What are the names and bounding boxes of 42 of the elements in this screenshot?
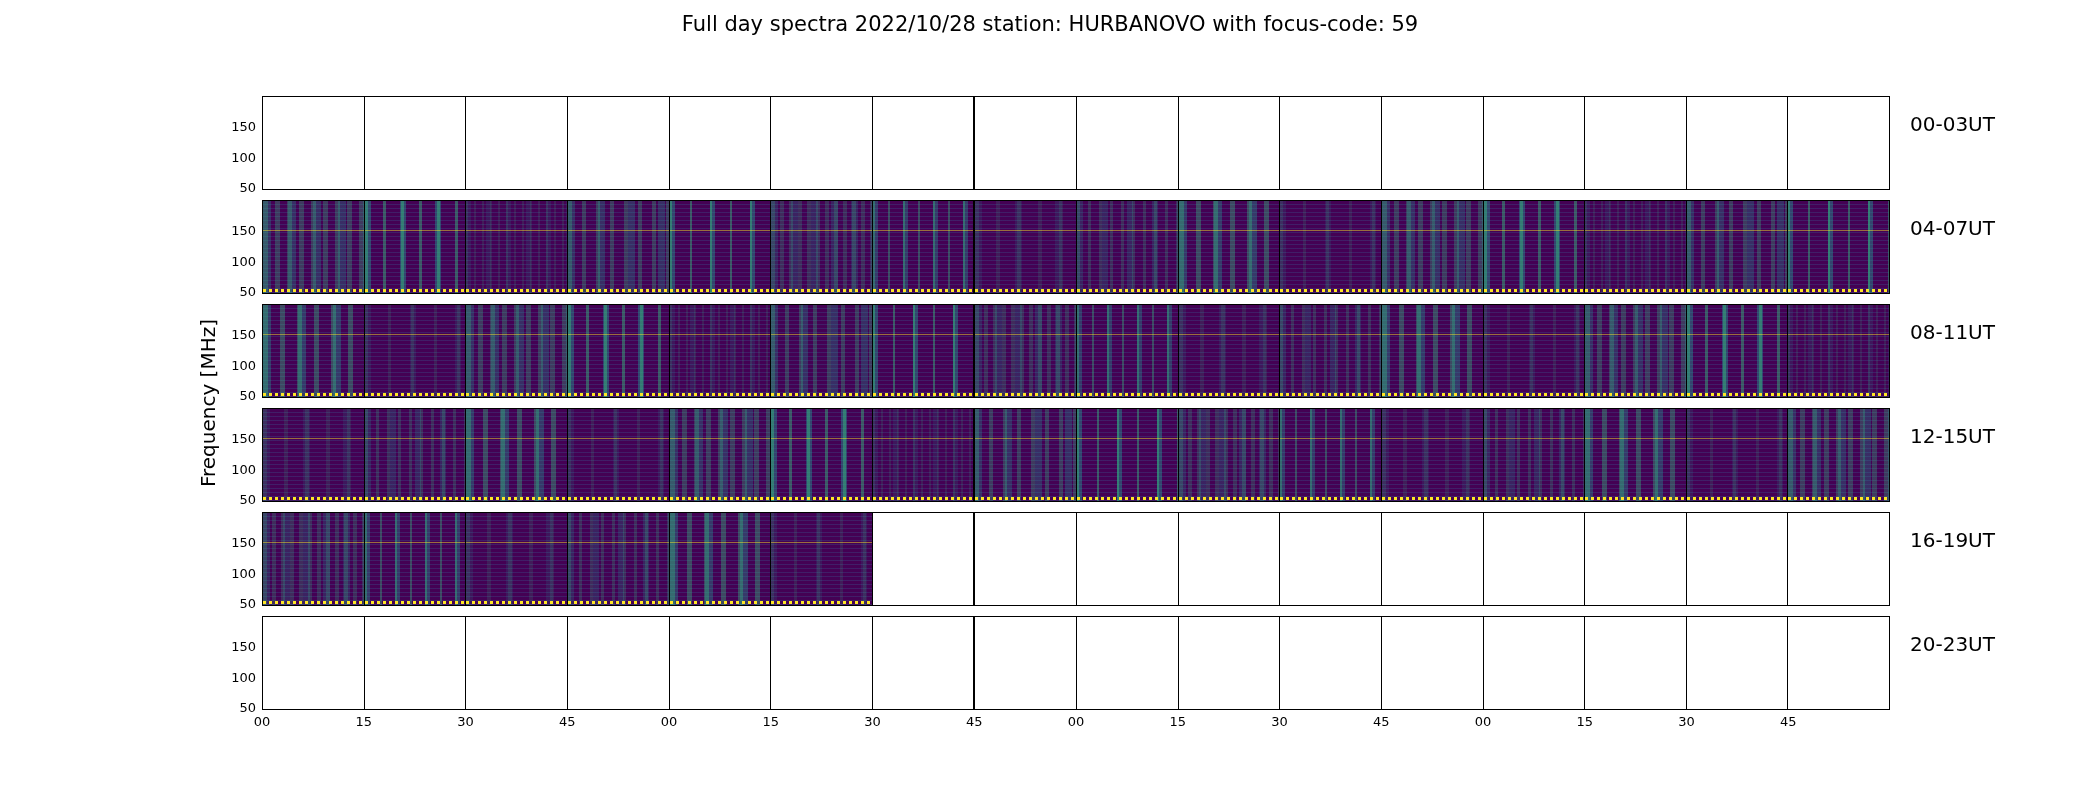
y-tick-label: 100 [231, 462, 256, 476]
y-tick-label: 50 [239, 492, 256, 506]
x-tick-label: 30 [1271, 714, 1288, 729]
y-tick-label: 150 [231, 119, 256, 133]
time-range-label: 08-11UT [1910, 320, 1995, 344]
y-tick-label: 150 [231, 639, 256, 653]
y-tick-label: 150 [231, 535, 256, 549]
x-tick-label: 00 [253, 714, 271, 729]
y-axis-label: Frequency [MHz] [196, 318, 220, 488]
x-tick-label: 00 [660, 714, 678, 729]
x-tick-label: 30 [864, 714, 881, 729]
y-tick-label: 50 [239, 700, 256, 714]
x-tick-label: 00 [1067, 714, 1085, 729]
x-tick-label: 15 [355, 714, 372, 729]
x-tick-label: 45 [966, 714, 983, 729]
x-tick-label: 15 [1169, 714, 1186, 729]
time-range-label: 16-19UT [1910, 528, 1995, 552]
y-tick-label: 100 [231, 254, 256, 268]
figure-title: Full day spectra 2022/10/28 station: HURBANOVO with focus-code: 59 [680, 11, 1420, 38]
x-tick-label: 45 [1373, 714, 1390, 729]
y-tick-label: 100 [231, 150, 256, 164]
x-tick-label: 45 [1780, 714, 1797, 729]
y-tick-label: 150 [231, 223, 256, 237]
x-tick-label: 30 [457, 714, 474, 729]
time-range-label: 00-03UT [1910, 112, 1995, 136]
y-tick-label: 150 [231, 431, 256, 445]
y-tick-label: 100 [231, 566, 256, 580]
time-range-label: 04-07UT [1910, 216, 1995, 240]
y-tick-label: 150 [231, 327, 256, 341]
y-tick-label: 100 [231, 358, 256, 372]
time-range-label: 12-15UT [1910, 424, 1995, 448]
x-tick-label: 15 [762, 714, 779, 729]
y-tick-label: 50 [239, 388, 256, 402]
x-tick-label: 15 [1576, 714, 1593, 729]
y-tick-label: 50 [239, 596, 256, 610]
x-tick-label: 00 [1474, 714, 1492, 729]
y-tick-label: 50 [239, 180, 256, 194]
y-tick-label: 100 [231, 670, 256, 684]
x-tick-label: 45 [559, 714, 576, 729]
x-tick-label: 30 [1678, 714, 1695, 729]
time-range-label: 20-23UT [1910, 632, 1995, 656]
y-tick-label: 50 [239, 284, 256, 298]
